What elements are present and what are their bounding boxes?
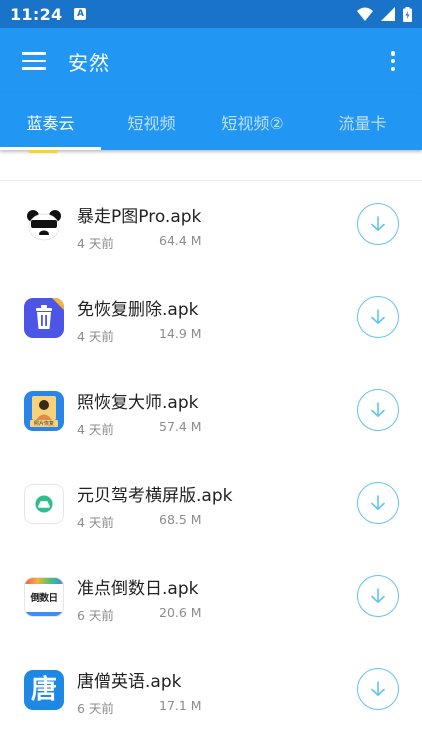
- tangseng-glyph: 唐: [30, 674, 57, 705]
- menu-icon[interactable]: [22, 52, 46, 70]
- photo-recovery-label: 照片恢复: [33, 420, 54, 427]
- photo-recovery-icon: 照片恢复: [24, 390, 64, 431]
- file-name: 暴走P图Pro.apk: [77, 207, 202, 227]
- file-size: 64.4 M: [159, 233, 202, 248]
- list-item[interactable]: 唐 唐僧英语.apk 6 天前 17.1 M: [0, 643, 422, 736]
- file-date: 6 天前: [77, 701, 114, 716]
- download-button[interactable]: [357, 389, 399, 431]
- file-name: 免恢复删除.apk: [77, 300, 199, 320]
- file-name: 元贝驾考横屏版.apk: [77, 486, 233, 506]
- download-arrow-icon: [371, 588, 385, 603]
- tab-bar: 蓝奏云 短视频 短视频② 流量卡: [0, 94, 422, 150]
- download-button[interactable]: [357, 296, 399, 338]
- list-item[interactable]: 免恢复删除.apk 4 天前 14.9 M: [0, 271, 422, 364]
- signal-icon: [381, 7, 395, 21]
- status-icons: [357, 6, 412, 22]
- file-date: 4 天前: [77, 329, 114, 344]
- app-bar: 安然: [0, 28, 422, 94]
- app-title: 安然: [68, 50, 110, 75]
- download-button[interactable]: [357, 203, 399, 245]
- tab-lanzouyun[interactable]: 蓝奏云: [0, 94, 101, 150]
- tangseng-icon: 唐: [24, 669, 64, 710]
- trash-icon: [24, 297, 64, 338]
- list-item[interactable]: 元贝驾考横屏版.apk 4 天前 68.5 M: [0, 457, 422, 550]
- file-size: 14.9 M: [159, 326, 202, 341]
- list-item[interactable]: 照片恢复 照恢复大师.apk 4 天前 57.4 M: [0, 364, 422, 457]
- file-name: 照恢复大师.apk: [77, 393, 199, 413]
- battery-icon: [403, 6, 412, 22]
- notification-badge-icon: A: [74, 8, 87, 20]
- list-item[interactable]: 暴走P图Pro.apk 4 天前 64.4 M: [0, 178, 422, 271]
- download-arrow-icon: [371, 402, 385, 417]
- file-size: 68.5 M: [159, 512, 202, 527]
- list-item[interactable]: 倒数日 准点倒数日.apk 6 天前 20.6 M: [0, 550, 422, 643]
- download-arrow-icon: [371, 309, 385, 324]
- tab-short-video[interactable]: 短视频: [101, 94, 202, 150]
- file-date: 4 天前: [77, 515, 114, 530]
- download-button[interactable]: [357, 575, 399, 617]
- panda-icon: [24, 204, 64, 245]
- file-list: 暴走P图Pro.apk 4 天前 64.4 M 免恢复删除.apk 4 天前 1…: [0, 178, 422, 736]
- file-date: 4 天前: [77, 236, 114, 251]
- scroll-indicator: [28, 150, 58, 153]
- download-button[interactable]: [357, 668, 399, 710]
- wifi-icon: [357, 7, 373, 21]
- file-name: 准点倒数日.apk: [77, 579, 199, 599]
- file-size: 57.4 M: [159, 419, 202, 434]
- file-size: 20.6 M: [159, 605, 202, 620]
- status-time: 11:24: [10, 4, 63, 24]
- tab-short-video-2[interactable]: 短视频②: [202, 94, 303, 150]
- car-icon: [24, 483, 64, 524]
- countdown-label: 倒数日: [30, 592, 58, 604]
- download-arrow-icon: [371, 681, 385, 696]
- file-date: 4 天前: [77, 422, 114, 437]
- file-name: 唐僧英语.apk: [77, 672, 182, 692]
- download-button[interactable]: [357, 482, 399, 524]
- countdown-icon: 倒数日: [24, 576, 64, 617]
- file-size: 17.1 M: [159, 698, 202, 713]
- file-date: 6 天前: [77, 608, 114, 623]
- download-arrow-icon: [371, 216, 385, 231]
- more-options-icon[interactable]: [390, 51, 396, 71]
- download-arrow-icon: [371, 495, 385, 510]
- status-bar: 11:24 A: [0, 0, 422, 28]
- tab-data-card[interactable]: 流量卡: [303, 94, 422, 150]
